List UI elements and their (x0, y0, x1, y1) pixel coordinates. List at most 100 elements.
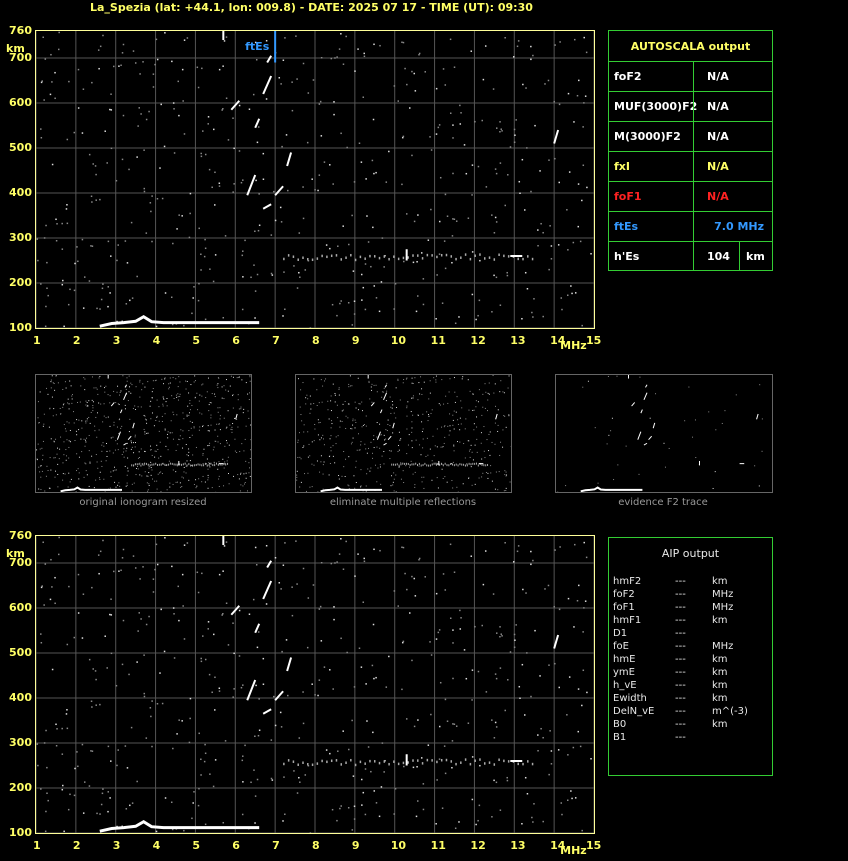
noise-dot (504, 37, 506, 39)
aip-param: B0 (613, 719, 627, 730)
noise-dot (40, 633, 42, 635)
noise-dot (337, 417, 339, 419)
noise-dot (125, 450, 127, 452)
noise-dot (397, 451, 399, 453)
es-multiple-dot (326, 760, 328, 764)
noise-dot (107, 791, 110, 793)
es-multiple-dot (402, 761, 405, 765)
noise-dot (171, 565, 173, 568)
noise-dot (503, 415, 505, 417)
reflection-trace (380, 409, 383, 414)
noise-dot (262, 152, 265, 155)
es-multiple-dot (481, 463, 483, 466)
noise-dot (309, 832, 312, 833)
noise-dot (254, 795, 257, 797)
noise-dot (209, 268, 211, 270)
autoscala-param-value: N/A (707, 130, 729, 143)
noise-dot (452, 172, 454, 175)
noise-dot (199, 394, 201, 396)
noise-dot (110, 93, 112, 95)
noise-dot (334, 57, 336, 59)
noise-dot (437, 126, 440, 129)
noise-dot (311, 441, 313, 443)
noise-dot (54, 389, 56, 391)
noise-dot (114, 469, 116, 471)
noise-dot (373, 435, 375, 437)
noise-dot (65, 387, 67, 389)
noise-dot (185, 380, 187, 382)
noise-dot (81, 427, 83, 429)
noise-dot (83, 377, 85, 379)
noise-dot (449, 38, 452, 41)
noise-dot (302, 567, 305, 570)
noise-dot (453, 410, 455, 412)
noise-dot (186, 415, 188, 417)
noise-dot (85, 470, 87, 472)
noise-dot (69, 429, 71, 431)
noise-dot (313, 403, 315, 405)
noise-dot (436, 446, 438, 448)
noise-dot (351, 385, 353, 387)
noise-dot (66, 138, 69, 141)
noise-dot (570, 285, 572, 287)
noise-dot (377, 467, 379, 469)
noise-dot (421, 388, 423, 390)
noise-dot (284, 813, 286, 816)
noise-dot (327, 400, 329, 402)
noise-dot (43, 423, 45, 425)
noise-dot (353, 313, 356, 315)
noise-dot (416, 261, 418, 263)
noise-dot (119, 391, 121, 393)
noise-dot (154, 450, 156, 452)
noise-dot (183, 324, 185, 327)
noise-dot (49, 598, 52, 601)
noise-dot (177, 399, 179, 401)
noise-dot (554, 549, 556, 551)
noise-dot (62, 479, 64, 481)
noise-dot (137, 406, 139, 408)
noise-dot (317, 189, 319, 192)
noise-dot (54, 576, 56, 579)
noise-dot (156, 415, 158, 417)
aip-param: hmE (613, 654, 636, 665)
noise-dot (422, 278, 425, 280)
x-unit-label: MHz (560, 339, 587, 352)
noise-dot (412, 261, 415, 264)
noise-dot (439, 404, 441, 406)
noise-dot (352, 418, 354, 420)
noise-dot (173, 152, 176, 154)
noise-dot (155, 450, 157, 452)
noise-dot (410, 411, 412, 413)
noise-dot (115, 440, 117, 442)
noise-dot (204, 658, 207, 661)
noise-dot (94, 425, 96, 427)
noise-dot (200, 155, 203, 158)
noise-dot (55, 239, 58, 242)
noise-dot (89, 462, 91, 464)
es-multiple-dot (302, 256, 304, 259)
noise-dot (280, 588, 282, 590)
noise-dot (107, 394, 109, 396)
noise-dot (262, 657, 265, 660)
noise-dot (504, 415, 506, 417)
noise-dot (422, 413, 424, 415)
noise-dot (401, 688, 403, 691)
thumbnail-original (35, 374, 252, 493)
noise-dot (204, 481, 206, 483)
noise-dot (232, 407, 234, 409)
noise-dot (140, 448, 142, 450)
noise-dot (109, 395, 111, 397)
reflection-trace (132, 422, 135, 429)
noise-dot (712, 487, 714, 489)
noise-dot (345, 540, 347, 543)
noise-dot (257, 631, 260, 633)
noise-dot (348, 485, 350, 487)
noise-dot (338, 48, 341, 50)
noise-dot (336, 561, 338, 563)
noise-dot (365, 178, 367, 180)
noise-dot (188, 430, 190, 432)
reflection-trace (127, 435, 132, 441)
noise-dot (244, 482, 246, 484)
noise-dot (163, 398, 165, 400)
noise-dot (191, 434, 193, 436)
